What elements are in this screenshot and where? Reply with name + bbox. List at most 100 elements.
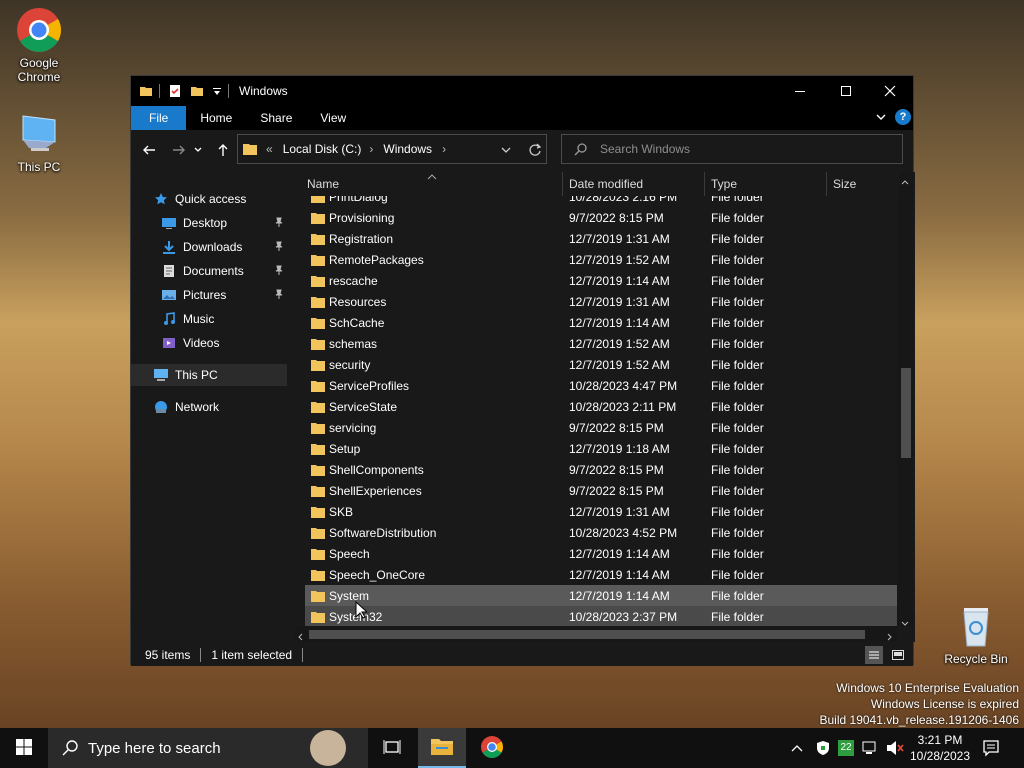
close-button[interactable] — [867, 76, 913, 106]
table-row[interactable]: Speech_OneCore 12/7/2019 1:14 AM File fold… — [305, 564, 897, 585]
pin-icon[interactable] — [273, 288, 285, 303]
nav-videos[interactable]: Videos — [131, 332, 287, 354]
table-row[interactable]: Setup 12/7/2019 1:18 AM File folder — [305, 438, 897, 459]
start-button[interactable] — [0, 728, 48, 768]
tray-badge-icon[interactable]: 22 — [838, 740, 854, 756]
file-type: File folder — [711, 609, 764, 624]
pin-icon[interactable] — [273, 264, 285, 279]
desktop-icon-this-pc[interactable]: This PC — [2, 110, 76, 174]
breadcrumb-chevron-icon[interactable]: › — [369, 142, 373, 156]
taskbar-chrome[interactable] — [468, 728, 516, 768]
details-view-icon[interactable] — [865, 646, 883, 664]
customize-toolbar-icon[interactable] — [212, 84, 222, 98]
column-size[interactable]: Size — [827, 172, 899, 196]
nav-music[interactable]: Music — [131, 308, 287, 330]
minimize-button[interactable] — [777, 76, 823, 106]
task-view-button[interactable] — [368, 728, 416, 768]
breadcrumb-local-disk[interactable]: Local Disk (C:) — [283, 142, 362, 156]
separator — [200, 648, 202, 662]
nav-pictures[interactable]: Pictures — [131, 284, 287, 306]
clock[interactable]: 3:21 PM 10/28/2023 — [908, 732, 972, 764]
vertical-scroll-thumb[interactable] — [901, 368, 911, 458]
taskbar-file-explorer[interactable] — [418, 728, 466, 768]
address-bar[interactable]: « Local Disk (C:) › Windows › — [237, 134, 547, 164]
network-tray-icon[interactable] — [862, 740, 880, 759]
notifications-icon[interactable] — [982, 739, 1000, 760]
table-row[interactable]: System3210/28/2023 2:37 PMFile folder — [305, 606, 897, 627]
table-row[interactable]: System 12/7/2019 1:14 AM File folder — [305, 585, 897, 606]
desktop-icon-recycle-bin[interactable]: Recycle Bin — [938, 602, 1014, 666]
recent-locations-button[interactable] — [191, 138, 205, 162]
column-date-modified[interactable]: Date modified — [563, 172, 705, 196]
tab-share[interactable]: Share — [246, 106, 306, 130]
nav-this-pc[interactable]: This PC — [131, 364, 287, 386]
tab-file[interactable]: File — [131, 106, 187, 130]
table-row[interactable]: security 12/7/2019 1:52 AM File folder — [305, 354, 897, 375]
tab-view[interactable]: View — [306, 106, 360, 130]
up-button[interactable] — [211, 138, 235, 162]
table-row[interactable]: Registration 12/7/2019 1:31 AM File folder — [305, 228, 897, 249]
back-button[interactable] — [137, 138, 161, 162]
table-row[interactable]: Resources 12/7/2019 1:31 AM File folder — [305, 291, 897, 312]
file-explorer-icon — [430, 736, 454, 759]
taskbar-search[interactable]: Type here to search — [48, 728, 368, 768]
chrome-icon — [480, 735, 504, 762]
table-row[interactable]: servicing 9/7/2022 8:15 PM File folder — [305, 417, 897, 438]
vertical-scrollbar[interactable] — [897, 172, 913, 626]
table-row[interactable]: ServiceState 10/28/2023 2:11 PM File folde… — [305, 396, 897, 417]
table-row[interactable]: rescache 12/7/2019 1:14 AM File folder — [305, 270, 897, 291]
document-icon — [161, 263, 177, 279]
watermark-line: Windows 10 Enterprise Evaluation — [836, 681, 1019, 695]
breadcrumb-chevron-icon[interactable]: › — [442, 142, 446, 156]
scroll-right-icon[interactable] — [887, 630, 893, 644]
table-row[interactable]: ShellComponents 9/7/2022 8:15 PM File fold… — [305, 459, 897, 480]
taskbar-search-input[interactable]: Type here to search — [88, 740, 221, 757]
watermark-line: Windows License is expired — [870, 697, 1019, 711]
breadcrumb-windows[interactable]: Windows — [383, 142, 432, 156]
desktop-icon-chrome[interactable]: Google Chrome — [2, 6, 76, 84]
nav-documents[interactable]: Documents — [131, 260, 287, 282]
nav-network[interactable]: Network — [131, 396, 287, 418]
scroll-up-icon[interactable] — [901, 174, 909, 188]
nav-label: Documents — [183, 264, 244, 278]
table-row[interactable]: ServiceProfiles 10/28/2023 4:47 PM File fo… — [305, 375, 897, 396]
table-row[interactable]: SchCache 12/7/2019 1:14 AM File folder — [305, 312, 897, 333]
table-row[interactable]: SoftwareDistribution 10/28/2023 4:52 PM Fi… — [305, 522, 897, 543]
help-icon[interactable]: ? — [895, 109, 911, 125]
refresh-icon[interactable] — [528, 143, 542, 160]
search-box[interactable]: Search Windows — [561, 134, 903, 164]
column-type[interactable]: Type — [705, 172, 827, 196]
table-row[interactable]: Speech 12/7/2019 1:14 AM File folder — [305, 543, 897, 564]
address-overflow[interactable]: « — [266, 142, 273, 156]
show-hidden-icons-icon[interactable] — [790, 742, 804, 756]
nav-quick-access[interactable]: Quick access — [131, 188, 287, 210]
new-folder-icon[interactable] — [190, 84, 204, 98]
column-name[interactable]: Name — [301, 172, 563, 196]
horizontal-scrollbar[interactable] — [295, 626, 897, 642]
tab-home[interactable]: Home — [186, 106, 246, 130]
table-row[interactable]: RemotePackages 12/7/2019 1:52 AM File fold… — [305, 249, 897, 270]
table-row[interactable]: ShellExperiences 9/7/2022 8:15 PM File fol… — [305, 480, 897, 501]
large-icons-view-icon[interactable] — [889, 646, 907, 664]
security-shield-icon[interactable] — [816, 740, 830, 759]
pin-icon[interactable] — [273, 216, 285, 231]
table-row[interactable]: schemas 12/7/2019 1:52 AM File folder — [305, 333, 897, 354]
title-bar[interactable]: Windows — [131, 76, 913, 106]
maximize-button[interactable] — [823, 76, 869, 106]
search-input[interactable]: Search Windows — [600, 142, 690, 156]
table-row[interactable]: SKB 12/7/2019 1:31 AM File folder — [305, 501, 897, 522]
file-type: File folder — [711, 273, 764, 288]
table-row[interactable]: Provisioning 9/7/2022 8:15 PM File folder — [305, 207, 897, 228]
properties-icon[interactable] — [168, 84, 182, 98]
nav-desktop[interactable]: Desktop — [131, 212, 287, 234]
scroll-left-icon[interactable] — [297, 630, 303, 644]
horizontal-scroll-thumb[interactable] — [309, 630, 865, 639]
file-type: File folder — [711, 483, 764, 498]
nav-downloads[interactable]: Downloads — [131, 236, 287, 258]
volume-muted-icon[interactable] — [886, 740, 904, 759]
address-dropdown-icon[interactable] — [500, 144, 512, 159]
scroll-down-icon[interactable] — [901, 616, 909, 630]
forward-button[interactable] — [167, 138, 191, 162]
expand-ribbon-icon[interactable] — [875, 111, 887, 126]
pin-icon[interactable] — [273, 240, 285, 255]
